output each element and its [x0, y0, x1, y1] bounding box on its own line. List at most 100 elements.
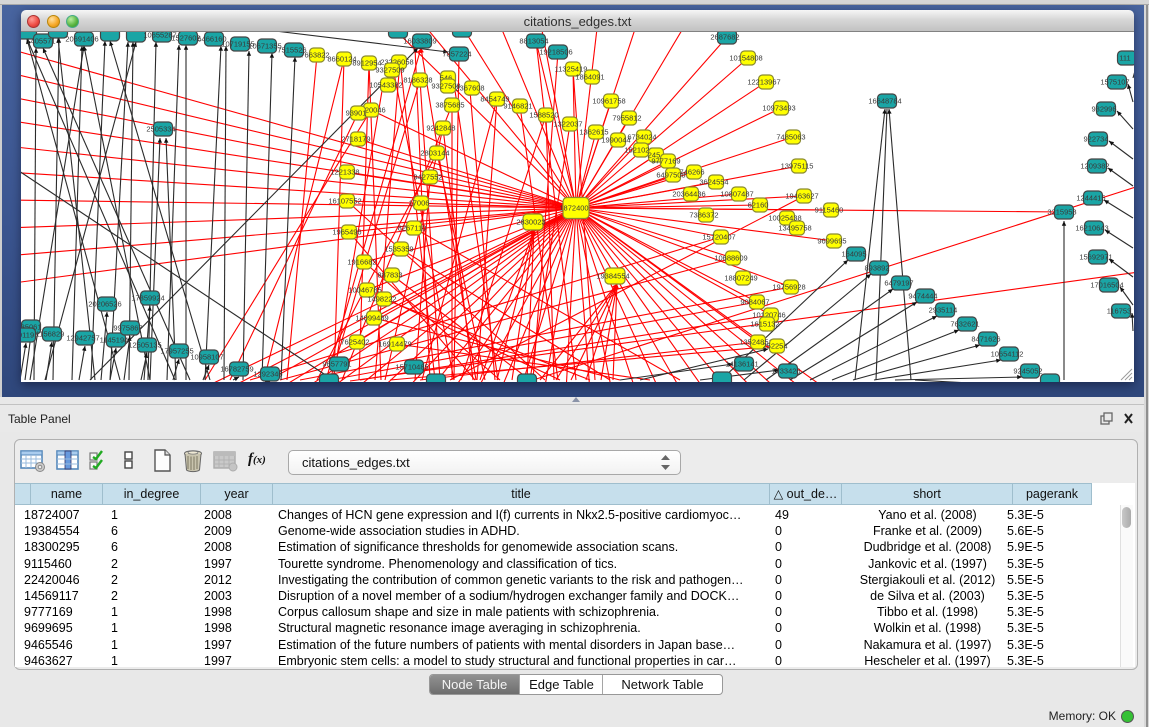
svg-text:16914479: 16914479 — [378, 340, 411, 349]
svg-text:17016504: 17016504 — [1090, 281, 1123, 290]
svg-text:7663822: 7663822 — [300, 51, 329, 60]
svg-text:10807487: 10807487 — [720, 190, 753, 199]
svg-text:6734024: 6734024 — [627, 133, 656, 142]
svg-text:2367608: 2367608 — [455, 84, 484, 93]
svg-text:2505334: 2505334 — [146, 125, 175, 134]
svg-text:1221338: 1221338 — [330, 168, 359, 177]
svg-text:10046785: 10046785 — [348, 286, 381, 295]
svg-text:19756928: 19756928 — [772, 283, 805, 292]
svg-text:9777169: 9777169 — [651, 157, 680, 166]
svg-text:39119: 39119 — [21, 331, 34, 340]
svg-text:10688609: 10688609 — [714, 254, 747, 263]
svg-text:9427552: 9427552 — [413, 173, 442, 182]
svg-text:1322037: 1322037 — [553, 120, 582, 129]
svg-text:17957255: 17957255 — [160, 347, 193, 356]
svg-text:9474444: 9474444 — [908, 292, 937, 301]
svg-text:932996: 932996 — [1091, 105, 1116, 114]
svg-text:15720407: 15720407 — [702, 233, 735, 242]
svg-text:10973493: 10973493 — [762, 104, 795, 113]
svg-text:111: 111 — [1119, 54, 1130, 63]
svg-text:16648784: 16648784 — [868, 97, 901, 106]
svg-text:13975115: 13975115 — [781, 162, 814, 171]
svg-text:1733426: 1733426 — [771, 367, 800, 376]
svg-text:2718179: 2718179 — [341, 135, 370, 144]
svg-text:20206526: 20206526 — [88, 300, 121, 309]
svg-text:2830023: 2830023 — [516, 218, 545, 227]
svg-text:1244415: 1244415 — [1076, 194, 1105, 203]
svg-text:19218506: 19218506 — [539, 48, 572, 57]
svg-text:10654112: 10654112 — [991, 350, 1024, 359]
svg-text:7625402: 7625402 — [340, 338, 369, 347]
svg-text:1209382: 1209382 — [1080, 162, 1109, 171]
svg-text:893892: 893892 — [864, 264, 889, 273]
svg-text:252254: 252254 — [762, 342, 787, 351]
svg-text:8186328: 8186328 — [403, 76, 432, 85]
svg-text:8813054: 8813054 — [519, 37, 548, 46]
svg-text:6479197: 6479197 — [884, 279, 913, 288]
svg-text:16033809: 16033809 — [403, 37, 436, 46]
svg-text:14136141: 14136141 — [725, 360, 758, 369]
svg-text:1965496: 1965496 — [332, 228, 361, 237]
svg-text:1990044: 1990044 — [601, 136, 630, 145]
svg-text:16107552: 16107552 — [328, 197, 361, 206]
svg-text:9146821: 9146821 — [503, 102, 532, 111]
svg-text:8267110: 8267110 — [398, 224, 427, 233]
svg-text:14099489: 14099489 — [355, 314, 388, 323]
svg-text:20691406: 20691406 — [65, 35, 98, 44]
svg-text:116753: 116753 — [1107, 307, 1131, 316]
svg-text:9699695: 9699695 — [817, 237, 846, 246]
svg-text:10958107: 10958107 — [190, 353, 223, 362]
svg-text:7955812: 7955812 — [612, 114, 641, 123]
svg-text:1498222: 1498222 — [367, 295, 396, 304]
svg-text:1575107: 1575107 — [1100, 78, 1129, 87]
svg-text:164095: 164095 — [841, 250, 866, 259]
svg-text:887833: 887833 — [377, 271, 402, 280]
svg-text:7632621: 7632621 — [950, 320, 979, 329]
svg-text:9115460: 9115460 — [815, 206, 844, 215]
svg-text:1535359: 1535359 — [384, 245, 413, 254]
svg-text:9242848: 9242848 — [426, 124, 455, 133]
svg-text:12213967: 12213967 — [747, 78, 780, 87]
svg-text:16210643: 16210643 — [1075, 224, 1108, 233]
svg-text:9327509: 9327509 — [375, 66, 404, 75]
svg-text:922734: 922734 — [1083, 135, 1108, 144]
svg-text:13495758: 13495758 — [778, 224, 811, 233]
svg-text:10543382: 10543382 — [369, 81, 402, 90]
svg-text:1145194: 1145194 — [100, 336, 129, 345]
svg-text:7485063: 7485063 — [776, 133, 805, 142]
svg-text:2935114: 2935114 — [929, 306, 958, 315]
svg-text:1292346: 1292346 — [253, 370, 282, 379]
svg-text:1588520: 1588520 — [529, 111, 558, 120]
svg-text:7857224: 7857224 — [442, 50, 471, 59]
svg-text:1615132: 1615132 — [750, 320, 779, 329]
svg-text:17006: 17006 — [409, 199, 430, 208]
svg-text:7386372: 7386372 — [689, 211, 718, 220]
svg-text:62160: 62160 — [748, 201, 769, 210]
svg-text:16782759: 16782759 — [220, 365, 253, 374]
svg-text:9245052: 9245052 — [1013, 367, 1042, 376]
svg-text:12505135: 12505135 — [128, 341, 161, 350]
svg-text:9084067: 9084067 — [740, 298, 769, 307]
svg-text:10154808: 10154808 — [729, 54, 762, 63]
svg-text:2803144: 2803144 — [420, 149, 449, 158]
svg-text:9975867: 9975867 — [113, 324, 142, 333]
svg-text:93901: 93901 — [346, 109, 367, 118]
svg-text:15692971: 15692971 — [1079, 253, 1112, 262]
svg-text:19384554: 19384554 — [596, 272, 629, 281]
svg-text:3624554: 3624554 — [699, 178, 728, 187]
svg-text:17359924: 17359924 — [131, 294, 164, 303]
svg-text:1527602: 1527602 — [171, 34, 200, 43]
svg-text:15710485: 15710485 — [395, 363, 428, 372]
svg-text:18807249: 18807249 — [724, 274, 757, 283]
svg-text:1916682: 1916682 — [347, 258, 376, 267]
svg-text:1864091: 1864091 — [575, 73, 604, 82]
svg-text:8471626: 8471626 — [971, 335, 1000, 344]
svg-text:2687682: 2687682 — [710, 33, 739, 42]
svg-text:10961758: 10961758 — [592, 97, 625, 106]
svg-text:19463627: 19463627 — [785, 192, 818, 201]
svg-text:3215958: 3215958 — [1047, 208, 1076, 217]
svg-text:1872400: 1872400 — [559, 204, 588, 213]
svg-text:12942757: 12942757 — [66, 334, 99, 343]
svg-text:746266: 746266 — [679, 168, 704, 177]
svg-text:3875685: 3875685 — [435, 101, 464, 110]
